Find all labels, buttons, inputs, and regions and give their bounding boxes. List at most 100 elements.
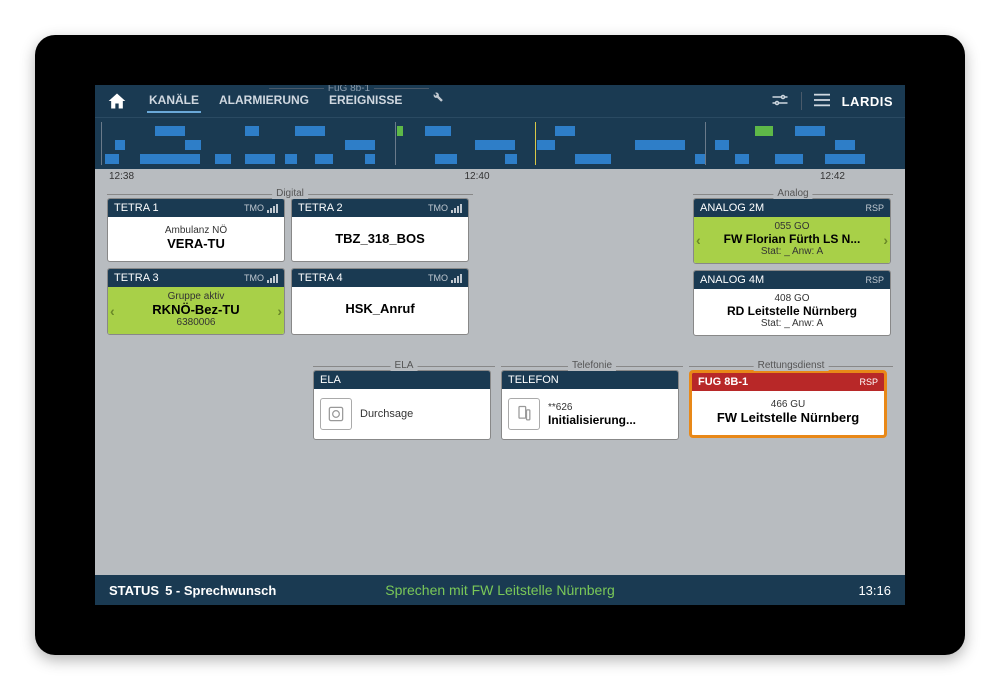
channel-fug8b1[interactable]: FUG 8B-1 RSP 466 GU FW Leitstelle Nürnbe…: [689, 370, 887, 438]
channel-analog2m[interactable]: ANALOG 2M RSP ‹ 055 GO FW Florian Fürth …: [693, 198, 891, 264]
time-label: 12:38: [109, 171, 134, 182]
time-label: 12:40: [464, 171, 489, 182]
tab-kanaele[interactable]: KANÄLE: [147, 89, 201, 113]
timeline-event: [537, 140, 555, 150]
timeline-event: [755, 126, 773, 136]
group-label-digital: Digital: [272, 188, 308, 199]
timeline-event: [295, 126, 325, 136]
timeline-event: [185, 140, 201, 150]
timeline-event: [425, 126, 451, 136]
channel-sub: Gruppe aktiv: [114, 291, 278, 302]
signal-icon: [267, 204, 278, 213]
channel-main: FW Leitstelle Nürnberg: [698, 410, 878, 425]
timeline-marker: [395, 122, 396, 165]
screen: FuG 8b-1 KANÄLE ALARMIERUNG EREIGNISSE: [95, 85, 905, 605]
menu-icon[interactable]: [814, 93, 830, 110]
channel-sub: **626: [548, 402, 636, 413]
timeline-event: [397, 126, 403, 136]
group-label-rettung: Rettungsdienst: [754, 360, 829, 371]
channel-title: TETRA 3: [114, 272, 159, 284]
channel-title: ANALOG 4M: [700, 274, 764, 286]
channel-ela[interactable]: ELA Durchsage: [313, 370, 491, 440]
channel-title: TETRA 2: [298, 202, 343, 214]
channel-extra: Stat: _ Anw: A: [700, 246, 884, 257]
timeline-labels: 12:38 12:40 12:42: [95, 169, 905, 182]
phone-icon: [508, 398, 540, 430]
divider: [801, 92, 802, 110]
status-label: STATUS: [109, 583, 159, 598]
status-message: Sprechen mit FW Leitstelle Nürnberg: [385, 582, 615, 598]
timeline-event: [435, 154, 457, 164]
status-bar: STATUS 5 - Sprechwunsch Sprechen mit FW …: [95, 575, 905, 605]
channel-mode: TMO: [428, 273, 448, 283]
channel-title: ELA: [320, 374, 341, 386]
channel-analog4m[interactable]: ANALOG 4M RSP 408 GO RD Leitstelle Nürnb…: [693, 270, 891, 336]
chevron-left-icon[interactable]: ‹: [696, 232, 701, 248]
context-title: FuG 8b-1: [324, 85, 374, 94]
channel-main: FW Florian Fürth LS N...: [700, 232, 884, 246]
signal-icon: [451, 204, 462, 213]
timeline-event: [635, 140, 685, 150]
timeline-event: [245, 126, 259, 136]
group-ela: ELA ELA Durchsage: [313, 360, 495, 440]
channel-main: VERA-TU: [114, 236, 278, 251]
timeline-event: [215, 154, 231, 164]
group-label-analog: Analog: [773, 188, 812, 199]
timeline-cursor: [535, 122, 536, 165]
chevron-right-icon[interactable]: ›: [277, 303, 282, 319]
group-analog: Analog ANALOG 2M RSP ‹ 055 GO FW Florian…: [693, 188, 893, 336]
timeline-marker: [705, 122, 706, 165]
channel-mode: TMO: [428, 203, 448, 213]
timeline-event: [505, 154, 517, 164]
title-divider: [374, 88, 429, 89]
timeline-event: [345, 140, 375, 150]
timeline-event: [735, 154, 749, 164]
activity-timeline[interactable]: [95, 117, 905, 169]
title-divider: [269, 88, 324, 89]
channel-main: RD Leitstelle Nürnberg: [700, 304, 884, 318]
timeline-event: [365, 154, 375, 164]
channel-main: HSK_Anruf: [298, 301, 462, 316]
signal-icon: [267, 274, 278, 283]
channel-telefon[interactable]: TELEFON **626 Initialisierung...: [501, 370, 679, 440]
channel-sub: 055 GO: [700, 221, 884, 232]
channel-title: ANALOG 2M: [700, 202, 764, 214]
channel-tetra1[interactable]: TETRA 1 TMO Ambulanz NÖ VERA-TU: [107, 198, 285, 262]
timeline-event: [555, 126, 575, 136]
settings-icon[interactable]: [771, 93, 789, 110]
channel-mode: RSP: [865, 203, 884, 213]
wrench-icon[interactable]: [430, 89, 444, 113]
timeline-event: [825, 154, 865, 164]
channel-sub: 466 GU: [698, 399, 878, 410]
group-label-telefonie: Telefonie: [568, 360, 616, 371]
chevron-left-icon[interactable]: ‹: [110, 303, 115, 319]
timeline-event: [715, 140, 729, 150]
group-label-ela: ELA: [391, 360, 418, 371]
topbar-right: LARDIS: [771, 92, 893, 110]
status-value: 5 - Sprechwunsch: [165, 583, 276, 598]
channel-title: TETRA 4: [298, 272, 343, 284]
brand-label: LARDIS: [842, 94, 893, 109]
timeline-event: [575, 154, 611, 164]
home-icon[interactable]: [105, 89, 129, 113]
signal-icon: [451, 274, 462, 283]
timeline-event: [695, 154, 705, 164]
timeline-event: [105, 154, 119, 164]
channel-main: RKNÖ-Bez-TU: [114, 302, 278, 317]
time-label: 12:42: [820, 171, 845, 182]
channel-tetra2[interactable]: TETRA 2 TMO TBZ_318_BOS: [291, 198, 469, 262]
channel-mode: TMO: [244, 203, 264, 213]
speaker-icon: [320, 398, 352, 430]
timeline-event: [315, 154, 333, 164]
chevron-right-icon[interactable]: ›: [883, 232, 888, 248]
device-frame: FuG 8b-1 KANÄLE ALARMIERUNG EREIGNISSE: [35, 35, 965, 655]
timeline-event: [140, 154, 200, 164]
channel-main: TBZ_318_BOS: [298, 231, 462, 246]
channel-tetra4[interactable]: TETRA 4 TMO HSK_Anruf: [291, 268, 469, 335]
channel-extra: Stat: _ Anw: A: [700, 318, 884, 329]
channel-main: Initialisierung...: [548, 413, 636, 427]
timeline-event: [795, 126, 825, 136]
timeline-event: [835, 140, 855, 150]
channel-tetra3[interactable]: TETRA 3 TMO ‹ Gruppe aktiv RKNÖ-Bez-TU 6…: [107, 268, 285, 335]
timeline-event: [475, 140, 515, 150]
